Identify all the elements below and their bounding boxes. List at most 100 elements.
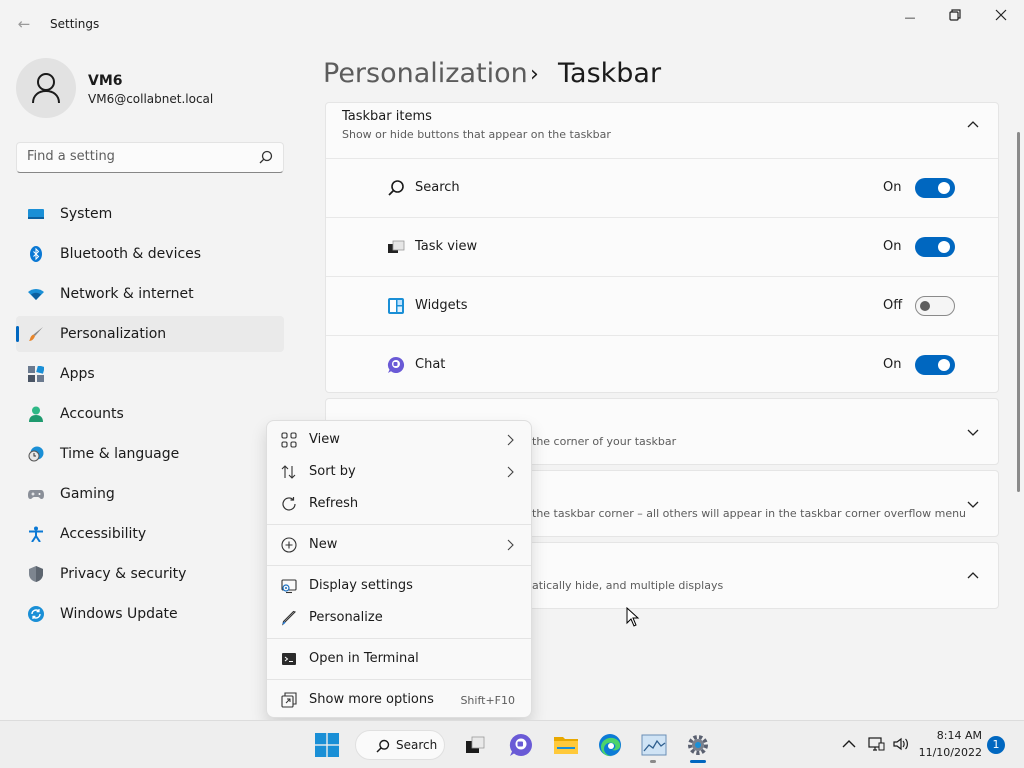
avatar[interactable] — [16, 58, 76, 118]
chevron-up-icon[interactable] — [966, 118, 980, 132]
scrollbar[interactable] — [1017, 132, 1020, 492]
menu-separator — [267, 565, 531, 566]
menu-item-personalize[interactable]: Personalize — [271, 603, 527, 633]
menu-item-label: View — [309, 432, 340, 447]
toggle-state-label: On — [883, 239, 902, 254]
network-icon[interactable] — [867, 735, 885, 753]
search-box[interactable] — [16, 142, 284, 173]
breadcrumb-chevron-icon: › — [530, 62, 539, 87]
taskbar: Search 8:14 AM 11/10/2022 1 — [0, 720, 1024, 768]
file-explorer-button[interactable] — [550, 729, 582, 761]
menu-separator — [267, 524, 531, 525]
edge-button[interactable] — [594, 729, 626, 761]
sidebar-item-privacy[interactable]: Privacy & security — [16, 556, 284, 592]
menu-item-label: Personalize — [309, 610, 383, 625]
row-label: Chat — [415, 357, 446, 372]
toggle-state-label: On — [883, 180, 902, 195]
chevron-right-icon — [507, 539, 514, 551]
sidebar-item-label: Accessibility — [60, 526, 147, 542]
search-toggle[interactable] — [915, 178, 955, 198]
menu-item-view[interactable]: View — [271, 425, 527, 455]
chat-icon — [387, 356, 405, 373]
sidebar-item-network[interactable]: Network & internet — [16, 276, 284, 312]
clock-date[interactable]: 11/10/2022 — [914, 746, 982, 759]
running-indicator — [650, 760, 656, 763]
task-view-button[interactable] — [459, 729, 491, 761]
taskbar-item-row-widgets: Widgets Off — [326, 276, 998, 334]
notification-badge[interactable]: 1 — [987, 736, 1005, 754]
volume-icon[interactable] — [892, 735, 910, 753]
chevron-down-icon[interactable] — [966, 497, 980, 511]
chevron-right-icon — [507, 466, 514, 478]
bluetooth-icon — [30, 246, 42, 262]
sidebar-item-windows-update[interactable]: Windows Update — [16, 596, 284, 632]
minimize-button[interactable]: — — [887, 6, 933, 28]
taskbar-item-row-task-view: Task view On — [326, 217, 998, 275]
task-view-icon — [466, 736, 485, 753]
back-arrow-icon: ← — [17, 15, 31, 33]
chat-button[interactable] — [505, 729, 537, 761]
minimize-icon: — — [904, 11, 916, 24]
chat-toggle[interactable] — [915, 355, 955, 375]
menu-item-refresh[interactable]: Refresh — [271, 489, 527, 519]
menu-item-sort-by[interactable]: Sort by — [271, 457, 527, 487]
settings-button[interactable] — [682, 729, 714, 761]
menu-item-new[interactable]: New — [271, 530, 527, 560]
maximize-button[interactable] — [932, 6, 978, 28]
chevron-down-icon[interactable] — [966, 425, 980, 439]
chevron-right-icon — [507, 434, 514, 446]
search-input[interactable] — [27, 149, 247, 164]
taskbar-search-label: Search — [396, 738, 438, 752]
task-view-icon — [388, 240, 405, 253]
sidebar-item-gaming[interactable]: Gaming — [16, 476, 284, 512]
widgets-toggle[interactable] — [915, 296, 955, 316]
sidebar-item-label: System — [60, 206, 113, 222]
restore-icon — [949, 9, 961, 21]
menu-item-label: Show more options — [309, 692, 434, 707]
refresh-icon — [282, 497, 296, 511]
toggle-state-label: Off — [883, 298, 903, 313]
sidebar-item-personalization[interactable]: Personalization — [16, 316, 284, 352]
row-label: Widgets — [415, 298, 468, 313]
taskbar-item-row-search: Search On — [326, 158, 998, 216]
photos-app-button[interactable] — [638, 729, 670, 761]
context-menu: View Sort by Refresh New Display setting… — [266, 420, 532, 718]
app-title: Settings — [50, 17, 100, 31]
widgets-icon — [388, 298, 404, 314]
start-button[interactable] — [311, 729, 343, 761]
chevron-up-icon[interactable] — [840, 735, 858, 753]
toggle-state-label: On — [883, 357, 902, 372]
sidebar-item-time-language[interactable]: Time & language — [16, 436, 284, 472]
menu-item-show-more-options[interactable]: Show more options Shift+F10 — [271, 685, 527, 715]
sidebar-item-bluetooth[interactable]: Bluetooth & devices — [16, 236, 284, 272]
menu-item-label: New — [309, 537, 338, 552]
sidebar-item-accessibility[interactable]: Accessibility — [16, 516, 284, 552]
breadcrumb-parent[interactable]: Personalization — [323, 58, 528, 89]
back-button[interactable]: ← — [14, 14, 34, 34]
search-icon — [376, 739, 390, 753]
section-subtitle: the taskbar corner – all others will app… — [532, 507, 967, 520]
more-options-icon — [281, 692, 297, 708]
row-label: Search — [415, 180, 460, 195]
menu-item-label: Refresh — [309, 496, 359, 511]
menu-item-open-in-terminal[interactable]: Open in Terminal — [271, 644, 527, 674]
section-subtitle: the corner of your taskbar — [532, 435, 677, 448]
close-button[interactable] — [978, 6, 1024, 28]
sidebar-item-label: Windows Update — [60, 606, 178, 622]
menu-item-display-settings[interactable]: Display settings — [271, 571, 527, 601]
taskbar-search-button[interactable]: Search — [355, 730, 445, 760]
taskbar-item-row-chat: Chat On — [326, 335, 998, 393]
clock-time[interactable]: 8:14 AM — [920, 729, 982, 742]
chat-icon — [509, 733, 532, 756]
sidebar-item-label: Apps — [60, 366, 95, 382]
apps-icon — [28, 366, 44, 382]
sidebar-item-apps[interactable]: Apps — [16, 356, 284, 392]
sidebar-item-accounts[interactable]: Accounts — [16, 396, 284, 432]
sidebar-item-system[interactable]: System — [16, 196, 284, 232]
task-view-toggle[interactable] — [915, 237, 955, 257]
taskbar-items-section: Taskbar items Show or hide buttons that … — [325, 102, 999, 393]
clock-globe-icon — [28, 446, 44, 462]
plus-circle-icon — [281, 537, 297, 553]
accounts-icon — [29, 406, 43, 422]
chevron-up-icon[interactable] — [966, 569, 980, 583]
